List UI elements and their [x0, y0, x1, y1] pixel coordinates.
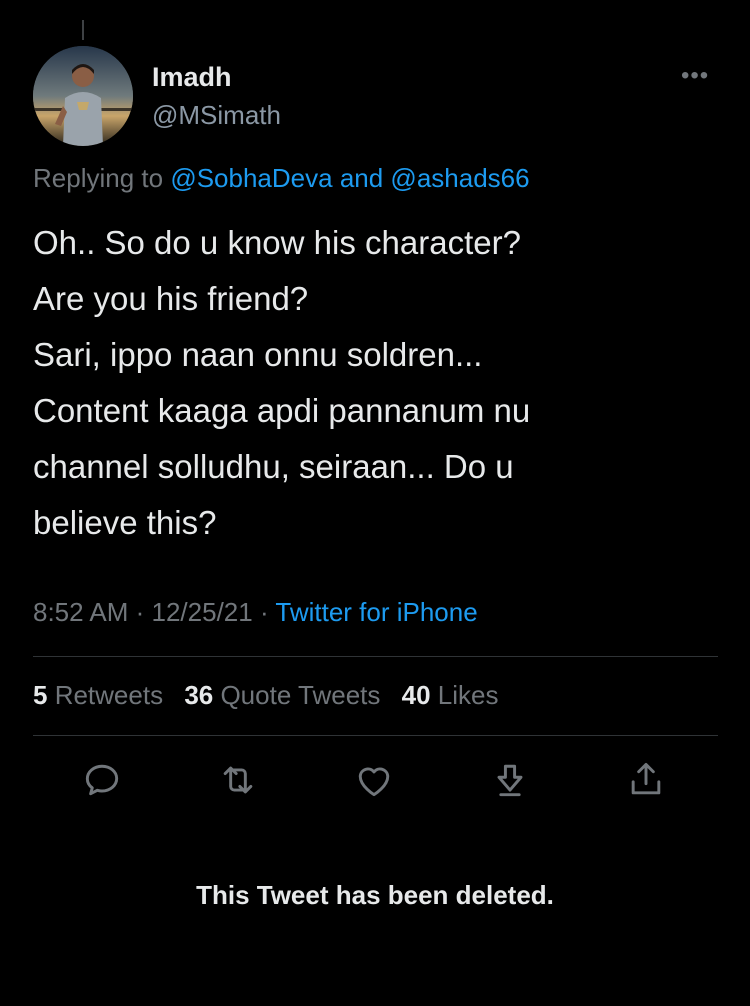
likes-label: Likes: [430, 680, 499, 710]
share-button[interactable]: [624, 758, 668, 802]
down-arrow-icon: [497, 764, 523, 797]
quote-tweets-stat[interactable]: 36 Quote Tweets: [184, 680, 380, 710]
reply-button[interactable]: [80, 758, 124, 802]
author-handle[interactable]: @MSimath: [152, 100, 281, 131]
tweet-time[interactable]: 8:52 AM: [33, 597, 128, 627]
divider: [33, 656, 718, 657]
tweet-line: believe this?: [33, 504, 217, 541]
share-icon: [631, 762, 661, 795]
tweet-line: Sari, ippo naan onnu soldren...: [33, 336, 483, 373]
meta-separator: ·: [252, 597, 276, 627]
avatar[interactable]: [33, 46, 133, 146]
avatar-photo: [33, 46, 133, 146]
tweet-text: Oh.. So do u know his character? Are you…: [33, 215, 713, 551]
reply-context: Replying to @SobhaDeva and @ashads66: [33, 163, 530, 194]
like-button[interactable]: [352, 758, 396, 802]
deleted-tweet-notice: This Tweet has been deleted.: [196, 880, 554, 910]
action-bar: [0, 758, 750, 808]
author-display-name[interactable]: Imadh: [152, 62, 232, 93]
more-options-icon[interactable]: •••: [681, 62, 709, 90]
tweet-source-link[interactable]: Twitter for iPhone: [275, 597, 477, 627]
meta-separator: ·: [128, 597, 152, 627]
tweet-line: channel solludhu, seiraan... Do u: [33, 448, 514, 485]
tweet-date[interactable]: 12/25/21: [152, 597, 253, 627]
reply-icon: [85, 764, 119, 796]
retweets-label: Retweets: [47, 680, 164, 710]
retweets-stat[interactable]: 5 Retweets: [33, 680, 163, 710]
reply-joiner: and: [332, 163, 391, 193]
retweets-count: 5: [33, 680, 48, 710]
thread-line: [82, 20, 84, 40]
divider: [33, 735, 718, 736]
quote-tweets-label: Quote Tweets: [213, 680, 381, 710]
downvote-button[interactable]: [488, 758, 532, 802]
tweet-stats: 5 Retweets 36 Quote Tweets 40 Likes: [33, 680, 512, 711]
retweet-icon: [223, 766, 253, 794]
mention-link[interactable]: @ashads66: [390, 163, 529, 193]
tweet-line: Oh.. So do u know his character?: [33, 224, 521, 261]
quote-tweets-count: 36: [184, 680, 214, 710]
mention-link[interactable]: @SobhaDeva: [170, 163, 332, 193]
likes-count: 40: [401, 680, 431, 710]
tweet-line: Are you his friend?: [33, 280, 309, 317]
reply-prefix: Replying to: [33, 163, 171, 193]
like-icon: [358, 767, 390, 797]
likes-stat[interactable]: 40 Likes: [402, 680, 499, 710]
retweet-button[interactable]: [216, 758, 260, 802]
tweet-line: Content kaaga apdi pannanum nu: [33, 392, 531, 429]
tweet-meta: 8:52 AM · 12/25/21 · Twitter for iPhone: [33, 597, 478, 628]
